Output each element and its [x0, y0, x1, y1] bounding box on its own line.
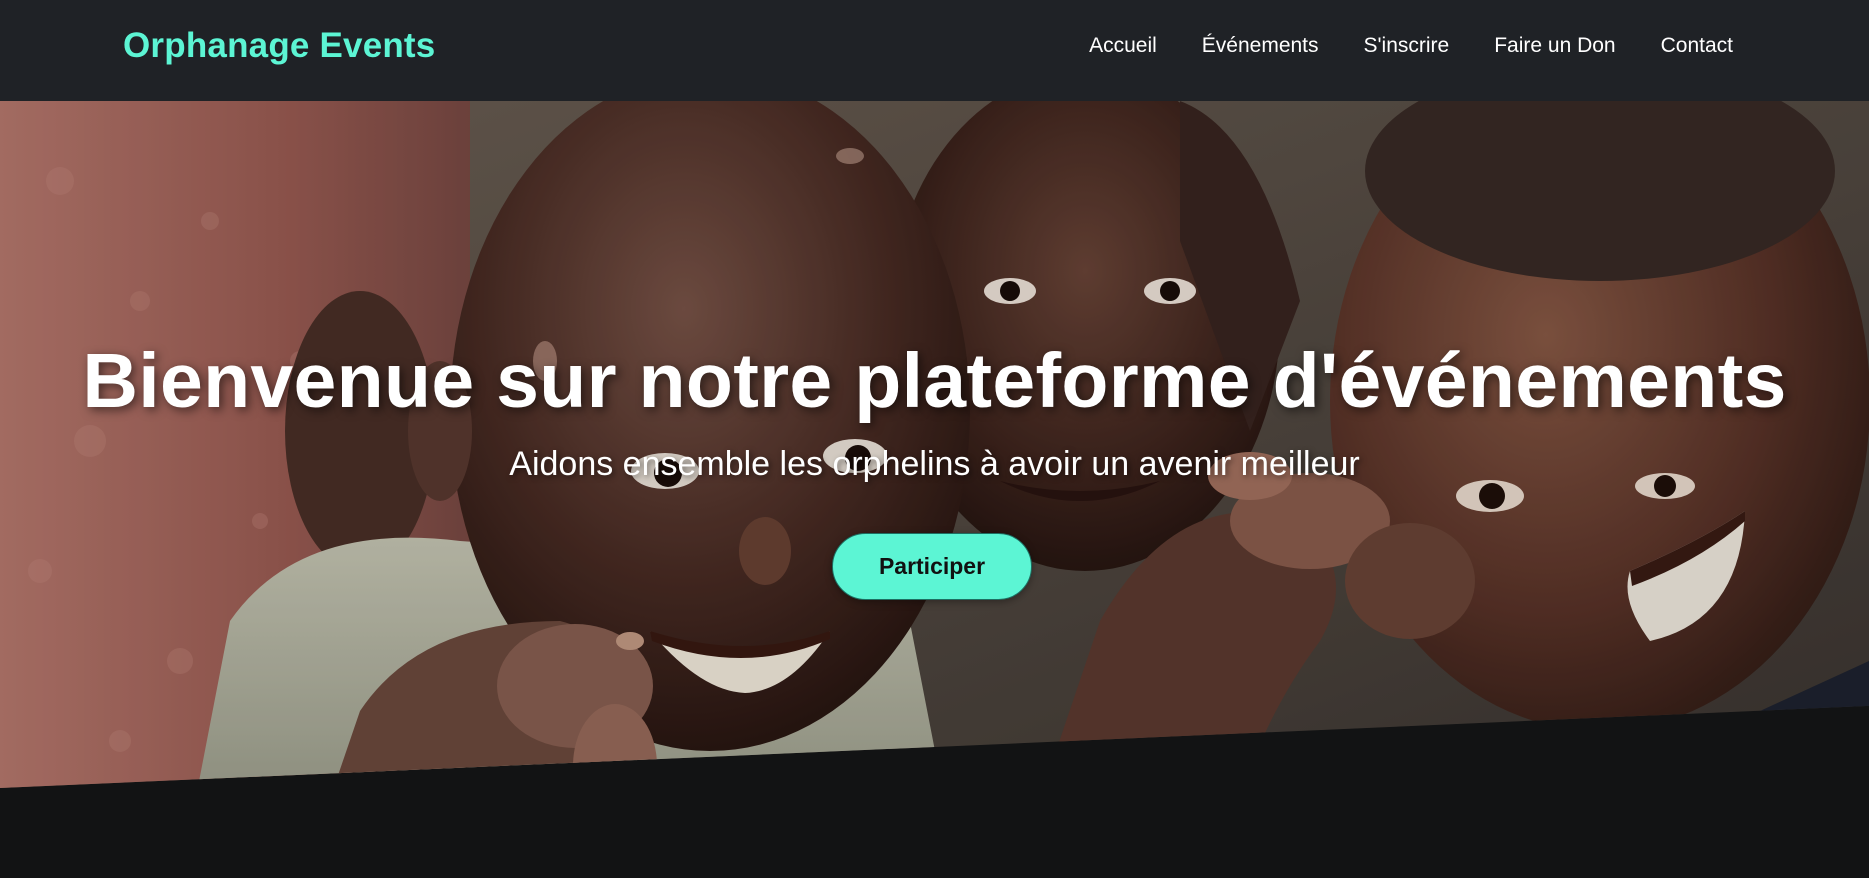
participer-button[interactable]: Participer: [832, 533, 1032, 600]
hero-subtitle: Aidons ensemble les orphelins à avoir un…: [509, 445, 1360, 483]
nav-link-evenements[interactable]: Événements: [1202, 33, 1319, 59]
hero-title: Bienvenue sur notre plateforme d'événeme…: [82, 338, 1787, 424]
nav-link-accueil[interactable]: Accueil: [1089, 33, 1157, 59]
nav-link-faire-un-don[interactable]: Faire un Don: [1494, 33, 1615, 59]
navbar: Orphanage Events Accueil Événements S'in…: [0, 0, 1869, 101]
main-nav: Accueil Événements S'inscrire Faire un D…: [1089, 33, 1733, 59]
brand-logo-link[interactable]: Orphanage Events: [123, 26, 435, 66]
nav-link-contact[interactable]: Contact: [1661, 33, 1733, 59]
hero-section: Bienvenue sur notre plateforme d'événeme…: [0, 101, 1869, 789]
nav-link-sinscrire[interactable]: S'inscrire: [1364, 33, 1450, 59]
